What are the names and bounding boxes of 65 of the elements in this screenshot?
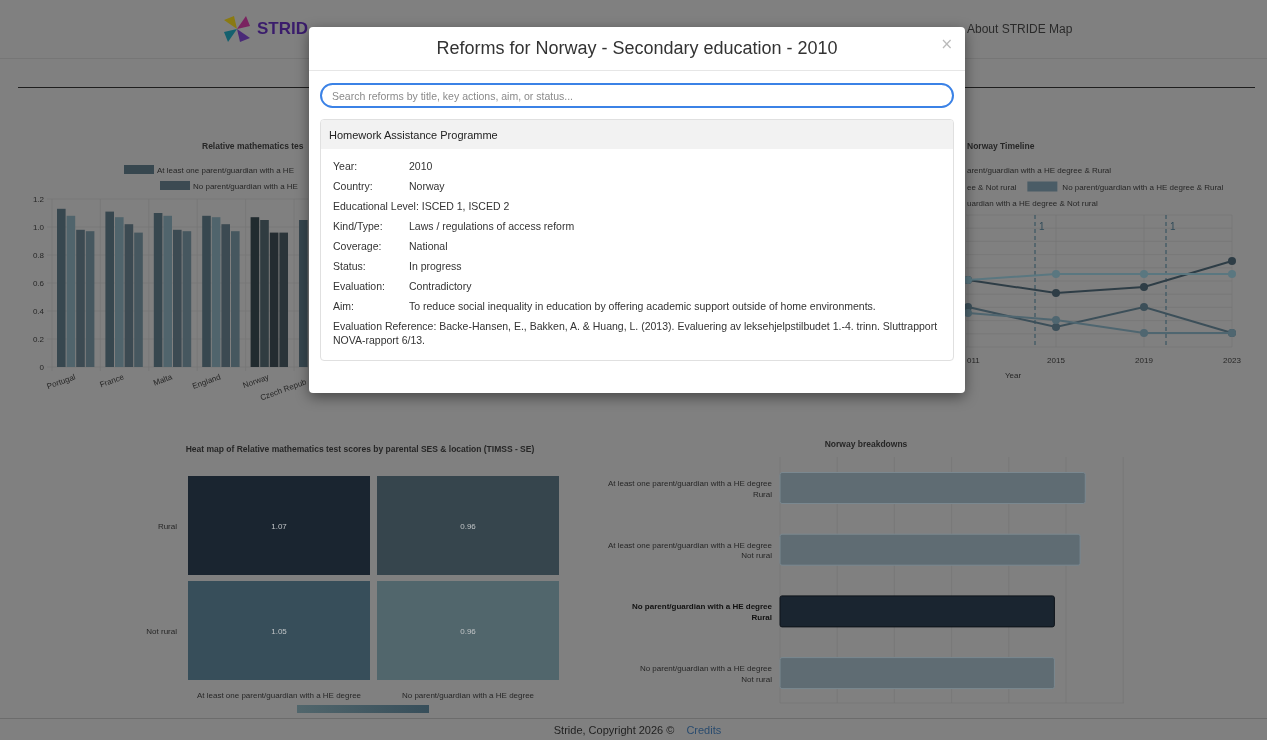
legend-label: No parent/guardian with a HE degree & Rural	[1062, 182, 1224, 192]
field-text: Educational Level: ISCED 1, ISCED 2	[333, 199, 511, 214]
cell-value: 0.96	[460, 522, 476, 531]
chart-title: Norway Timeline	[967, 141, 1035, 151]
axis-tick-label: 011	[967, 356, 980, 365]
legend-label: ee & Not rural	[967, 182, 1017, 192]
marker-label: 1	[1039, 221, 1045, 232]
close-button[interactable]: ×	[938, 37, 955, 52]
cell-value: 1.05	[271, 627, 287, 636]
copyright-text: Stride, Copyright 2026 ©	[553, 723, 675, 736]
field-value: National	[409, 239, 449, 253]
reform-title: Homework Assistance Programme	[321, 120, 953, 149]
search-field[interactable]: Search reforms by title, key actions, aim, or status...	[320, 83, 954, 108]
chart-title: Norway breakdowns	[824, 439, 908, 449]
legend-label: No parent/guardian with a HE	[193, 182, 298, 191]
field-value: Norway	[409, 179, 446, 193]
bar-label: At least one parent/guardian with a HE degree Not rural	[607, 540, 772, 561]
field-label: Evaluation:	[333, 279, 386, 293]
field-label: Kind/Type:	[333, 219, 384, 233]
field-label: Country:	[333, 179, 374, 193]
category-label: Norway	[241, 372, 271, 391]
axis-tick-label: 1.0	[32, 223, 44, 232]
axis-tick-label: 0.2	[32, 335, 44, 344]
cell-value: 0.96	[460, 627, 476, 636]
field-text: Evaluation Reference: Backe-Hansen, E., Bakken, A. & Huang, L. (2013). Evaluering av leksehjelpstilbudet 1.-4. trinn. Sluttrapport NOVA-rapport 6/13.	[333, 319, 939, 348]
legend-swatch	[124, 165, 154, 174]
axis-tick-label: 0.8	[32, 251, 44, 260]
field-label: Status:	[333, 259, 367, 273]
legend-label: At least one parent/guardian with a HE	[157, 166, 294, 175]
axis-title: Year	[1004, 371, 1022, 380]
cell-value: 1.07	[271, 522, 287, 531]
bar-label: No parent/guardian with a HE degree Not rural	[639, 664, 772, 684]
field-value: To reduce social inequality in education by offering academic support outside of home environments.	[409, 299, 877, 313]
field-value: Contradictory	[409, 279, 473, 293]
row-label: Rural	[157, 522, 177, 531]
marker-label: 1	[1170, 221, 1176, 232]
bar-label: No parent/guardian with a HE degree Rural	[631, 602, 772, 622]
field-label: Coverage:	[333, 239, 383, 253]
nav-link[interactable]: About STRIDE Map	[967, 22, 1073, 36]
axis-tick-label: 0.4	[32, 307, 44, 316]
modal-title: Reforms for Norway - Secondary education - 2010	[436, 38, 838, 59]
axis-tick-label: 1.2	[32, 195, 44, 204]
bar-label: At least one parent/guardian with a HE degree Rural	[607, 479, 772, 499]
legend-swatch	[160, 181, 190, 190]
chart-title: Relative mathematics tes	[202, 141, 304, 151]
field-value: In progress	[409, 259, 463, 273]
legend-label: arent/guardian with a HE degree & Rural	[967, 166, 1112, 175]
axis-tick-label: 0	[39, 363, 44, 372]
logo-text: STRID	[257, 19, 308, 39]
axis-tick-label: 2015	[1047, 356, 1065, 365]
legend-label: uardian with a HE degree & Not rural	[967, 199, 1098, 208]
field-label: Year:	[333, 159, 359, 173]
field-value: 2010	[409, 159, 434, 173]
category-label: Malta	[152, 372, 174, 388]
chart-title: Heat map of Relative mathematics test scores by parental SES & location (TIMSS - SE)	[185, 444, 535, 454]
credits-link[interactable]: Credits	[686, 723, 722, 736]
axis-tick-label: 2019	[1135, 356, 1153, 365]
field-value: Laws / regulations of access reform	[409, 219, 576, 233]
category-label: France	[98, 372, 126, 390]
row-label: Not rural	[146, 627, 177, 636]
axis-tick-label: 0.6	[32, 279, 44, 288]
field-label: Aim:	[333, 299, 355, 313]
column-label: No parent/guardian with a HE degree	[401, 691, 535, 700]
column-label: At least one parent/guardian with a HE degree	[196, 691, 362, 700]
axis-tick-label: 2023	[1223, 356, 1241, 365]
